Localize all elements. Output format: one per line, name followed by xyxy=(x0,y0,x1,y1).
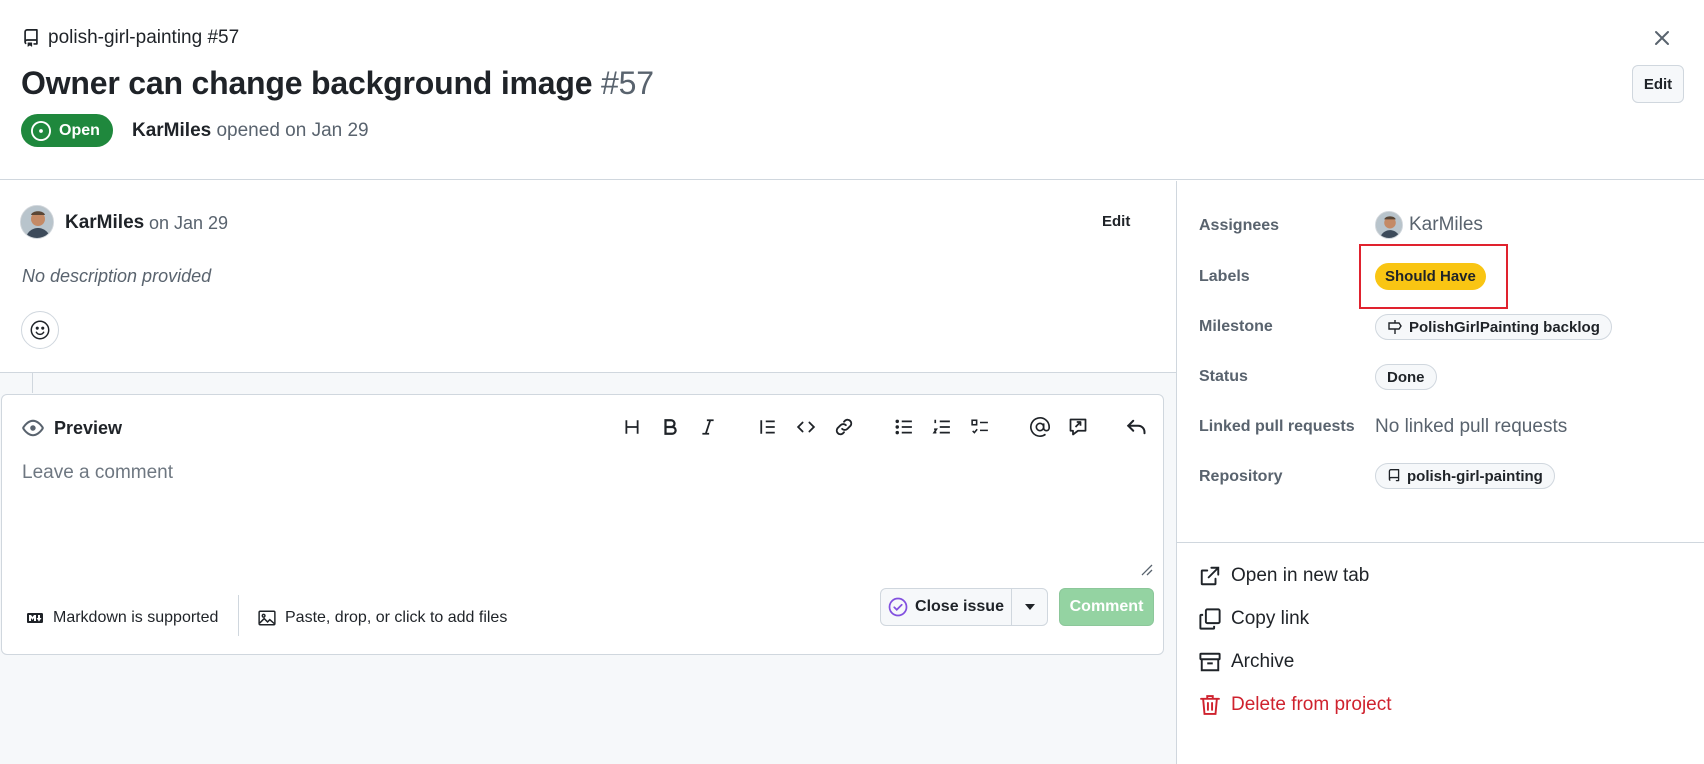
issue-main: KarMiles on Jan 29 Edit No description p… xyxy=(0,181,1176,764)
mention-icon[interactable] xyxy=(1025,412,1055,442)
add-reaction-button[interactable] xyxy=(21,311,59,349)
sidebar-divider xyxy=(1177,542,1704,543)
attach-note-label: Paste, drop, or click to add files xyxy=(285,609,508,626)
linked-pr-value[interactable]: No linked pull requests xyxy=(1375,416,1567,438)
triangle-down-icon xyxy=(1024,603,1036,611)
comment-author[interactable]: KarMiles xyxy=(65,212,144,234)
milestone-icon xyxy=(1387,319,1403,335)
archive-icon xyxy=(1199,651,1221,673)
edit-comment-button[interactable]: Edit xyxy=(1102,213,1130,230)
repo-icon xyxy=(1387,468,1401,484)
milestone-label: Milestone xyxy=(1199,318,1273,335)
milestone-name: PolishGirlPainting backlog xyxy=(1409,318,1600,336)
ordered-list-icon[interactable] xyxy=(927,412,957,442)
status-label: Status xyxy=(1199,368,1248,385)
author-link[interactable]: KarMiles xyxy=(132,120,211,141)
tab-preview[interactable]: Preview xyxy=(22,417,122,439)
repository-value[interactable]: polish-girl-painting xyxy=(1375,463,1555,489)
edit-title-button[interactable]: Edit xyxy=(1632,65,1684,103)
close-issue-options-button[interactable] xyxy=(1012,589,1047,625)
issue-title-text: Owner can change background image xyxy=(21,65,593,101)
status-badge-label: Open xyxy=(59,121,100,139)
link-icon[interactable] xyxy=(829,412,859,442)
timeline-line xyxy=(32,373,33,393)
resize-handle-icon[interactable] xyxy=(1139,562,1153,576)
labels-label: Labels xyxy=(1199,268,1250,285)
bold-icon[interactable] xyxy=(655,412,685,442)
status-pill: Done xyxy=(1375,364,1437,390)
issue-sidebar: Assignees KarMiles Labels Should Have Mi… xyxy=(1176,181,1704,764)
repo-breadcrumb-text: polish-girl-painting #57 xyxy=(48,27,240,48)
undo-icon[interactable] xyxy=(1122,412,1152,442)
linked-pr-label: Linked pull requests xyxy=(1199,418,1355,435)
smiley-icon xyxy=(29,319,51,341)
repository-name: polish-girl-painting xyxy=(1407,467,1543,485)
opened-date: opened on Jan 29 xyxy=(216,120,369,141)
task-list-icon[interactable] xyxy=(965,412,995,442)
repository-pill: polish-girl-painting xyxy=(1375,463,1555,489)
issue-closed-icon xyxy=(888,597,908,617)
avatar xyxy=(1375,211,1403,239)
assignee-name: KarMiles xyxy=(1409,214,1483,235)
comment-editor: Preview Leave a comment Markdown is supp… xyxy=(1,394,1164,655)
copy-link-button[interactable]: Copy link xyxy=(1199,608,1309,630)
open-in-new-tab-label: Open in new tab xyxy=(1231,565,1370,586)
close-issue-split-button: Close issue xyxy=(880,588,1048,626)
delete-from-project-label: Delete from project xyxy=(1231,694,1392,715)
heading-icon[interactable] xyxy=(617,412,647,442)
markdown-supported-link[interactable]: Markdown is supported xyxy=(24,609,218,627)
external-link-icon xyxy=(1199,565,1221,587)
close-issue-label: Close issue xyxy=(915,598,1004,615)
image-icon xyxy=(256,609,278,627)
attach-files-button[interactable]: Paste, drop, or click to add files xyxy=(256,609,507,627)
comment-date[interactable]: on Jan 29 xyxy=(149,213,228,234)
highlight-box xyxy=(1359,244,1508,309)
comment-button[interactable]: Comment xyxy=(1059,588,1154,626)
repo-breadcrumb[interactable]: polish-girl-painting #57 xyxy=(22,27,239,49)
close-issue-button[interactable]: Close issue xyxy=(881,589,1012,625)
status-badge: Open xyxy=(21,114,113,147)
footer-divider xyxy=(238,595,239,636)
delete-from-project-button[interactable]: Delete from project xyxy=(1199,694,1392,716)
eye-icon xyxy=(22,417,44,439)
tab-preview-label: Preview xyxy=(54,417,123,438)
issue-number: #57 xyxy=(601,65,654,101)
trash-icon xyxy=(1199,694,1221,716)
milestone-pill: PolishGirlPainting backlog xyxy=(1375,314,1612,340)
quote-icon[interactable] xyxy=(753,412,783,442)
markdown-note-label: Markdown is supported xyxy=(53,609,219,626)
avatar[interactable] xyxy=(20,205,54,239)
archive-button[interactable]: Archive xyxy=(1199,651,1294,673)
milestone-value[interactable]: PolishGirlPainting backlog xyxy=(1375,314,1612,340)
open-in-new-tab-button[interactable]: Open in new tab xyxy=(1199,565,1369,587)
copy-icon xyxy=(1199,608,1221,630)
reference-icon[interactable] xyxy=(1063,412,1093,442)
code-icon[interactable] xyxy=(791,412,821,442)
issue-open-icon xyxy=(31,120,51,141)
markdown-icon xyxy=(24,610,46,626)
issue-body-comment: KarMiles on Jan 29 Edit No description p… xyxy=(0,181,1176,373)
issue-header: polish-girl-painting #57 Owner can chang… xyxy=(0,0,1704,180)
linked-pr-text: No linked pull requests xyxy=(1375,416,1568,437)
opened-by-line: KarMiles opened on Jan 29 xyxy=(132,120,369,142)
comment-body: No description provided xyxy=(22,266,212,286)
assignees-label: Assignees xyxy=(1199,217,1280,234)
repo-icon xyxy=(22,28,40,48)
close-icon[interactable] xyxy=(1650,26,1674,50)
archive-label: Archive xyxy=(1231,651,1295,672)
repository-label: Repository xyxy=(1199,468,1283,485)
italic-icon[interactable] xyxy=(693,412,723,442)
assignees-value[interactable]: KarMiles xyxy=(1375,211,1483,239)
copy-link-label: Copy link xyxy=(1231,608,1310,629)
status-value[interactable]: Done xyxy=(1375,364,1437,390)
unordered-list-icon[interactable] xyxy=(889,412,919,442)
comment-textarea[interactable] xyxy=(22,462,1142,574)
issue-title: Owner can change background image #57 xyxy=(21,65,654,102)
